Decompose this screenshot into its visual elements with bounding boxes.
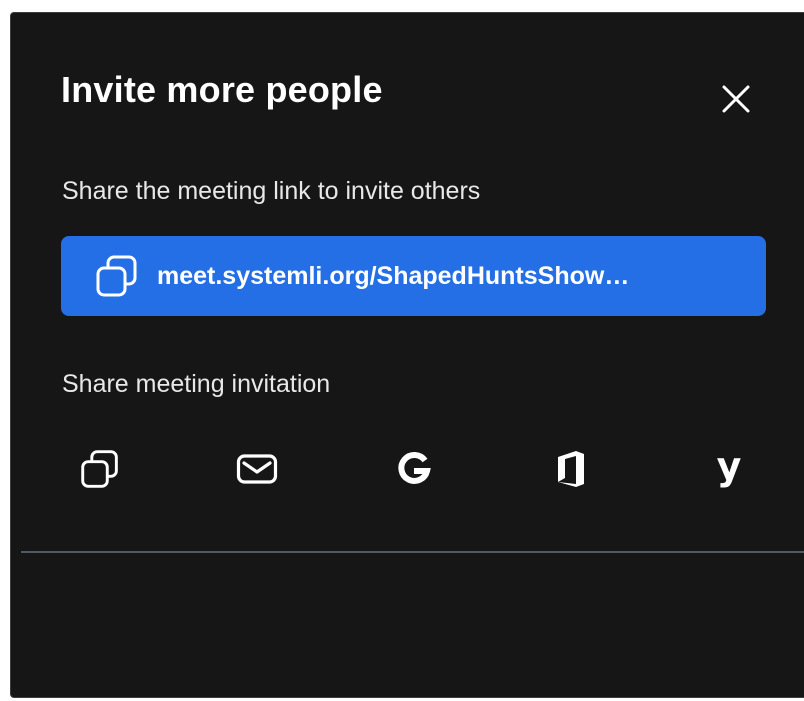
dialog-title: Invite more people	[61, 69, 383, 110]
copy-icon	[81, 450, 118, 488]
office-icon	[558, 451, 584, 487]
copy-invitation-button[interactable]	[72, 441, 128, 497]
mail-icon	[236, 454, 278, 484]
divider	[21, 551, 804, 553]
email-invitation-button[interactable]	[229, 441, 285, 497]
share-options: y	[11, 441, 804, 497]
office-calendar-button[interactable]	[543, 441, 599, 497]
yahoo-icon: y	[716, 444, 742, 488]
close-icon	[722, 85, 750, 113]
google-calendar-button[interactable]	[386, 441, 442, 497]
google-icon	[398, 451, 431, 484]
invite-section-label: Share meeting invitation	[62, 370, 331, 398]
invite-dialog: Invite more people Share the meeting lin…	[10, 12, 804, 698]
meeting-link-text: meet.systemli.org/ShapedHuntsShow…	[157, 261, 630, 290]
copy-meeting-link-button[interactable]: meet.systemli.org/ShapedHuntsShow…	[61, 236, 766, 316]
link-section-label: Share the meeting link to invite others	[62, 177, 481, 205]
yahoo-calendar-button[interactable]: y	[701, 441, 757, 497]
close-button[interactable]	[716, 79, 756, 119]
copy-icon	[95, 254, 139, 298]
